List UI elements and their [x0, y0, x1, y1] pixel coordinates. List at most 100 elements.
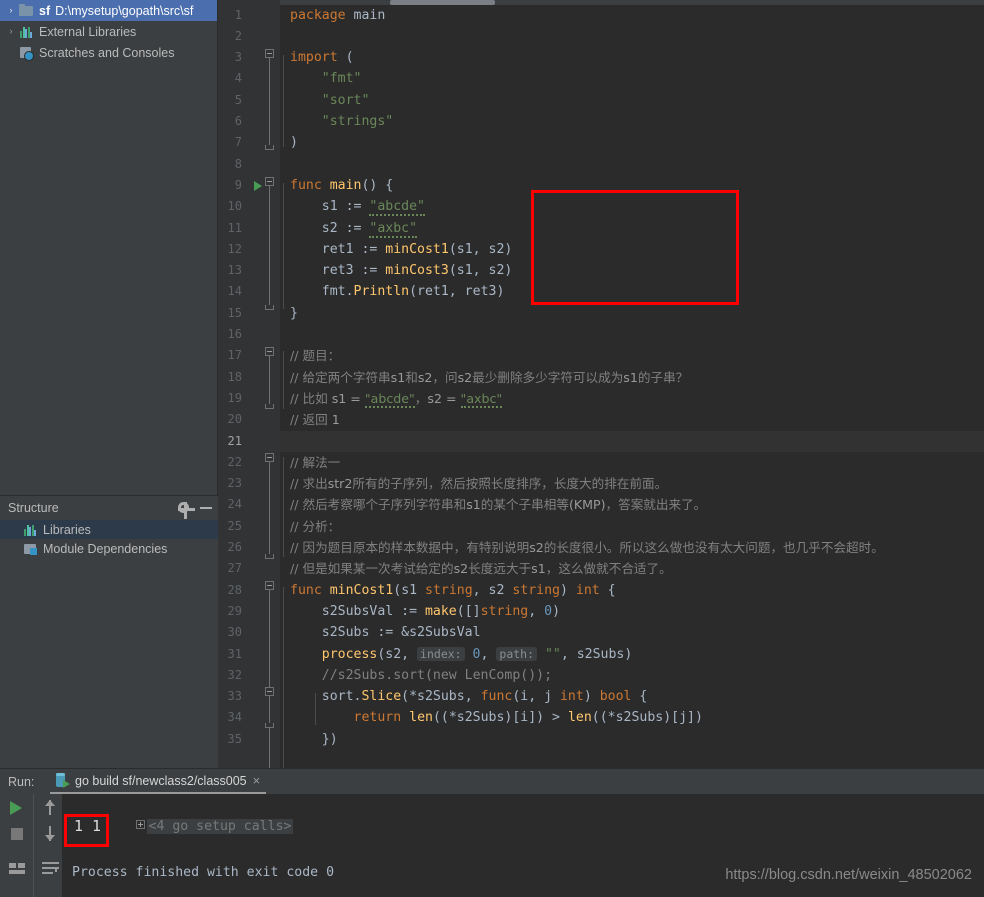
library-bars-icon [22, 522, 40, 538]
project-tree-item-label: D:\mysetup\gopath\src\sf [55, 3, 194, 18]
project-panel: › sf D:\mysetup\gopath\src\sf › External Lib… [0, 0, 218, 768]
fold-icon-comment2[interactable] [265, 453, 274, 462]
code-line[interactable]: // 返回 1 [280, 409, 340, 430]
code-line[interactable]: }) [280, 729, 338, 750]
stop-button[interactable] [0, 820, 33, 846]
fold-icon-main[interactable] [265, 177, 274, 186]
rerun-button[interactable] [0, 794, 33, 820]
code-line[interactable]: // 求出str2所有的子序列，然后按照长度排序，长度大的排在前面。 [280, 473, 667, 494]
code-line[interactable]: sort.Slice(*s2Subs, func(i, j int) bool … [280, 686, 648, 707]
line-number: 21 [227, 433, 242, 448]
chevron-right-icon[interactable]: › [4, 6, 18, 15]
line-number: 20 [227, 412, 242, 427]
line-number: 1 [234, 7, 242, 22]
code-line[interactable]: func minCost1(s1 string, s2 string) int … [280, 580, 616, 601]
structure-panel: Structure Libraries Module Dependencies [0, 495, 218, 768]
code-line[interactable]: // 比如 s1 = "abcde"，s2 = "axbc" [280, 388, 503, 409]
code-line[interactable]: ) [280, 132, 298, 153]
code-line[interactable]: s2Subs := &s2SubsVal [280, 622, 481, 643]
module-dependencies-icon [22, 541, 40, 557]
run-tab[interactable]: go build sf/newclass2/class005 × [50, 769, 267, 794]
code-line[interactable]: s2SubsVal := make([]string, 0) [280, 601, 560, 622]
line-number: 3 [234, 50, 242, 65]
code-line[interactable]: // 因为题目原本的样本数据中，有特别说明s2的长度很小。所以这么做也没有太大问… [280, 537, 884, 558]
code-line[interactable]: "strings" [280, 111, 393, 132]
code-editor[interactable]: 1 2 3 4 5 6 7 8 9 10 11 12 13 14 15 16 17 18 19 20 21 22 23 24 2… [218, 0, 984, 768]
line-number: 7 [234, 135, 242, 150]
code-line[interactable] [280, 154, 290, 175]
code-line[interactable]: import ( [280, 47, 354, 68]
line-number: 22 [227, 454, 242, 469]
editor-gutter[interactable]: 1 2 3 4 5 6 7 8 9 10 11 12 13 14 15 16 17 18 19 20 21 22 23 24 2… [218, 0, 280, 768]
fold-icon-mincost1[interactable] [265, 581, 274, 590]
run-toolbar-secondary[interactable] [33, 794, 62, 897]
code-line[interactable]: "fmt" [280, 68, 362, 89]
run-tabbar: Run: go build sf/newclass2/class005 × [0, 769, 984, 794]
prev-occurrence-button[interactable] [34, 794, 63, 820]
code-line[interactable]: return len((*s2Subs)[i]) > len((*s2Subs)… [280, 707, 703, 728]
code-line[interactable]: // 但是如果某一次考试给定的s2长度远大于s1，这么做就不合适了。 [280, 558, 672, 579]
code-line[interactable]: process(s2, index: 0, path: "", s2Subs) [280, 644, 632, 665]
code-line[interactable] [280, 26, 290, 47]
line-number: 4 [234, 71, 242, 86]
structure-item-module-dependencies[interactable]: Module Dependencies [0, 539, 218, 558]
console-exit-message: Process finished with exit code 0 [72, 865, 335, 880]
scratches-icon [18, 45, 36, 61]
line-number: 32 [227, 667, 242, 682]
project-tree-item-scratches-and-consoles[interactable]: ›Scratches and Consoles [0, 42, 217, 63]
code-line[interactable]: package main [280, 5, 385, 26]
next-occurrence-button[interactable] [34, 820, 63, 846]
code-line[interactable]: ret3 := minCost3(s1, s2) [280, 260, 513, 281]
code-line[interactable]: func main() { [280, 175, 393, 196]
library-bars-icon [18, 24, 36, 40]
line-number: 29 [227, 603, 242, 618]
project-tree-item-sf[interactable]: › sf D:\mysetup\gopath\src\sf [0, 0, 217, 21]
code-line[interactable]: // 然后考察哪个子序列字符串和s1的某个子串相等(KMP)，答案就出来了。 [280, 494, 706, 515]
code-line[interactable]: //s2Subs.sort(new LenComp()); [280, 665, 552, 686]
code-line[interactable]: fmt.Println(ret1, ret3) [280, 281, 505, 302]
chevron-right-icon[interactable]: › [4, 27, 18, 36]
code-line[interactable]: s1 := "abcde" [280, 196, 425, 217]
minimize-icon[interactable] [196, 498, 216, 518]
soft-wrap-button[interactable] [34, 854, 63, 880]
console-setup-calls-line[interactable]: <4 go setup calls> [72, 795, 294, 858]
go-build-icon [54, 772, 70, 789]
run-toolbar-primary[interactable] [0, 794, 33, 897]
structure-header: Structure [0, 496, 218, 520]
expand-icon[interactable] [135, 820, 145, 829]
line-number: 17 [227, 348, 242, 363]
code-line[interactable]: // 解法一 [280, 452, 340, 473]
code-line[interactable]: // 分析： [280, 516, 340, 537]
code-line[interactable] [280, 430, 984, 452]
structure-item-libraries[interactable]: Libraries [0, 520, 218, 539]
wrap-icon [42, 862, 59, 874]
code-content[interactable]: package main import ( "fmt" "sort" "strin… [280, 0, 984, 768]
code-line[interactable]: // 题目： [280, 345, 340, 366]
run-gutter-icon[interactable] [254, 181, 262, 191]
project-tree-item-external-libraries[interactable]: › External Libraries [0, 21, 217, 42]
fold-icon-slice[interactable] [265, 687, 274, 696]
setup-calls-text: <4 go setup calls> [146, 819, 294, 834]
code-line[interactable]: s2 := "axbc" [280, 218, 418, 239]
line-number: 5 [234, 92, 242, 107]
console-program-output: 1 1 [74, 817, 102, 835]
line-number: 19 [227, 390, 242, 405]
code-line[interactable] [280, 324, 290, 345]
arrow-down-icon [43, 826, 56, 841]
run-tool-window: Run: go build sf/newclass2/class005 × <4… [0, 768, 984, 897]
line-number: 27 [227, 561, 242, 576]
code-line[interactable]: ret1 := minCost1(s1, s2) [280, 239, 513, 260]
layout-button[interactable] [0, 854, 33, 880]
project-tree-item-label: Scratches and Consoles [39, 45, 175, 60]
structure-list[interactable]: Libraries Module Dependencies [0, 520, 218, 558]
gear-icon[interactable] [174, 498, 195, 519]
line-number: 30 [227, 625, 242, 640]
project-tree[interactable]: › sf D:\mysetup\gopath\src\sf › External Lib… [0, 0, 217, 63]
code-line[interactable]: // 给定两个字符串s1和s2，问s2最少删除多少字符可以成为s1的子串？ [280, 367, 688, 388]
fold-icon-comment1[interactable] [265, 347, 274, 356]
structure-title: Structure [8, 501, 59, 515]
code-line[interactable]: "sort" [280, 90, 370, 111]
fold-icon-import[interactable] [265, 49, 274, 58]
code-line[interactable]: } [280, 303, 298, 324]
close-icon[interactable]: × [253, 773, 261, 788]
